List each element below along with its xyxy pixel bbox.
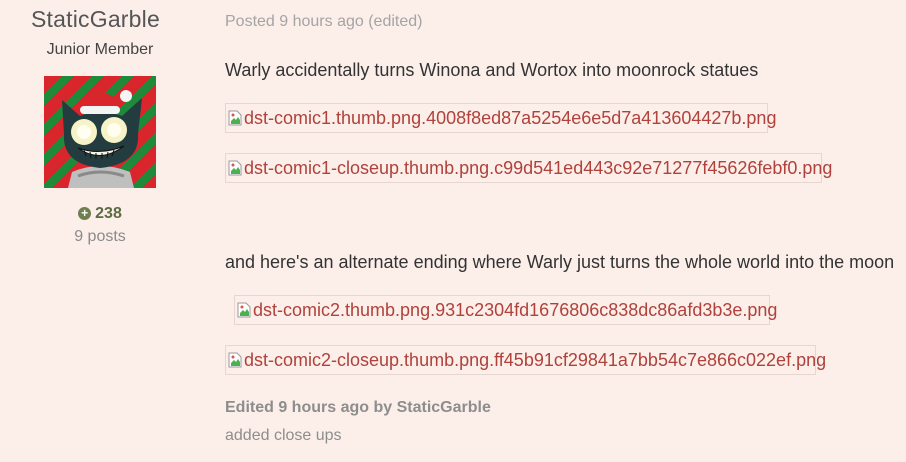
avatar[interactable] bbox=[44, 76, 156, 188]
author-post-count: 9 posts bbox=[74, 228, 126, 245]
image-link-comic1[interactable]: dst-comic1.thumb.png.4008f8ed87a5254e6e5… bbox=[225, 103, 776, 133]
image-filename: dst-comic1.thumb.png.4008f8ed87a5254e6e5… bbox=[244, 107, 777, 128]
image-filename: dst-comic2-closeup.thumb.png.ff45b91cf29… bbox=[244, 349, 827, 370]
post-meta: Posted 9 hours ago (edited) bbox=[225, 13, 422, 31]
posted-time: Posted 9 hours ago bbox=[225, 13, 364, 30]
image-filename: dst-comic1-closeup.thumb.png.c99d541ed44… bbox=[244, 157, 833, 178]
image-link-comic2[interactable]: dst-comic2.thumb.png.931c2304fd1676806c8… bbox=[234, 295, 777, 325]
broken-image-icon bbox=[228, 110, 242, 126]
image-filename: dst-comic2.thumb.png.931c2304fd1676806c8… bbox=[253, 299, 778, 320]
image-link-comic2-closeup[interactable]: dst-comic2-closeup.thumb.png.ff45b91cf29… bbox=[225, 345, 826, 375]
edited-by-line: Edited 9 hours ago by StaticGarble bbox=[225, 399, 491, 417]
reputation-badge: +238 bbox=[0, 205, 200, 223]
edited-time: Edited 9 hours ago by bbox=[225, 399, 393, 416]
plus-circle-icon: + bbox=[78, 207, 92, 220]
broken-image-icon bbox=[228, 352, 242, 368]
edited-by-username[interactable]: StaticGarble bbox=[397, 399, 491, 416]
image-link-comic1-closeup[interactable]: dst-comic1-closeup.thumb.png.c99d541ed44… bbox=[225, 153, 832, 183]
reputation-count: 238 bbox=[95, 205, 122, 222]
edited-tag[interactable]: (edited) bbox=[368, 13, 422, 30]
edit-reason: added close ups bbox=[225, 427, 342, 444]
post-text-line: Warly accidentally turns Winona and Wort… bbox=[225, 60, 759, 80]
post-text-line: and here's an alternate ending where War… bbox=[225, 252, 895, 272]
broken-image-icon bbox=[228, 160, 242, 176]
author-username[interactable]: StaticGarble bbox=[31, 6, 160, 33]
avatar-image bbox=[44, 76, 156, 188]
broken-image-icon bbox=[237, 302, 251, 318]
author-rank: Junior Member bbox=[46, 41, 154, 58]
